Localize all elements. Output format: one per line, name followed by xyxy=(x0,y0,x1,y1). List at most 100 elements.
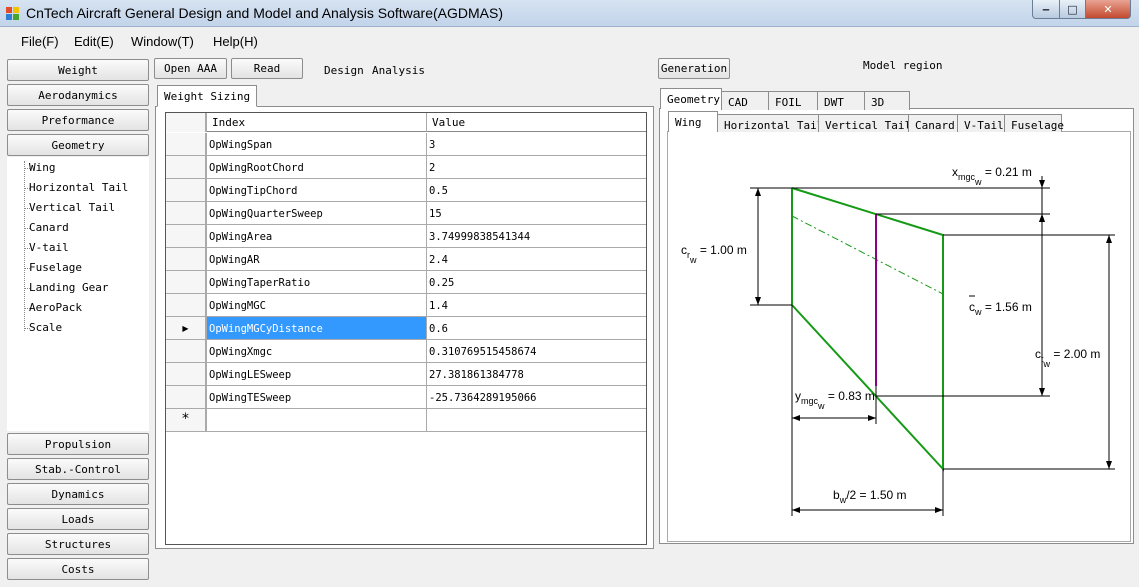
row-header[interactable] xyxy=(166,202,206,224)
app-icon xyxy=(6,7,20,20)
cell-index[interactable]: OpWingRootChord xyxy=(206,156,426,178)
cell-index[interactable]: OpWingTipChord xyxy=(206,179,426,201)
tree-item-wing[interactable]: Wing xyxy=(29,161,56,174)
table-row[interactable]: OpWingRootChord 2 xyxy=(166,156,646,179)
tree-item-horizontal-tail[interactable]: Horizontal Tail xyxy=(29,181,128,194)
subtab-horizontal-tail[interactable]: Horizontal Tail xyxy=(717,114,823,133)
tree-item-vertical-tail[interactable]: Vertical Tail xyxy=(29,201,115,214)
cell-index[interactable]: OpWingMGCyDistance xyxy=(206,317,426,339)
generation-button[interactable]: Generation xyxy=(658,58,730,79)
column-header-index[interactable]: Index xyxy=(206,113,426,132)
table-row[interactable]: OpWingTESweep -25.7364289195066 xyxy=(166,386,646,409)
table-row[interactable]: OpWingSpan 3 xyxy=(166,133,646,156)
cell-index[interactable]: OpWingLESweep xyxy=(206,363,426,385)
cell-index[interactable]: OpWingArea xyxy=(206,225,426,247)
cell-value[interactable]: -25.7364289195066 xyxy=(426,386,646,408)
tab-geometry[interactable]: Geometry xyxy=(660,88,722,109)
row-header[interactable] xyxy=(166,133,206,155)
nav-geometry-button[interactable]: Geometry xyxy=(7,134,149,156)
row-header[interactable] xyxy=(166,248,206,270)
table-row[interactable]: OpWingTipChord 0.5 xyxy=(166,179,646,202)
tab-dwt[interactable]: DWT xyxy=(817,91,865,110)
row-header[interactable]: ▶ xyxy=(166,317,206,339)
close-button[interactable]: ✕ xyxy=(1085,0,1131,19)
tree-item-fuselage[interactable]: Fuselage xyxy=(29,261,82,274)
table-row[interactable]: OpWingQuarterSweep 15 xyxy=(166,202,646,225)
table-row[interactable]: ▶ OpWingMGCyDistance 0.6 xyxy=(166,317,646,340)
new-row[interactable]: * xyxy=(166,409,646,432)
cell-value[interactable] xyxy=(426,409,646,431)
cell-value[interactable]: 3.74999838541344 xyxy=(426,225,646,247)
open-aaa-button[interactable]: Open AAA xyxy=(154,58,227,79)
nav-structures-button[interactable]: Structures xyxy=(7,533,149,555)
table-row[interactable]: OpWingTaperRatio 0.25 xyxy=(166,271,646,294)
row-header[interactable] xyxy=(166,179,206,201)
nav-loads-button[interactable]: Loads xyxy=(7,508,149,530)
maximize-button[interactable]: □ xyxy=(1059,0,1086,19)
table-row[interactable]: OpWingXmgc 0.310769515458674 xyxy=(166,340,646,363)
cell-index[interactable]: OpWingSpan xyxy=(206,133,426,155)
wing-planform-diagram: xmgcw = 0.21 m crw = 1.00 m cw = 1.56 m … xyxy=(668,132,1130,541)
row-header[interactable] xyxy=(166,340,206,362)
subtab-wing[interactable]: Wing xyxy=(668,111,718,132)
grid-header: Index Value xyxy=(166,113,646,132)
cell-index[interactable]: OpWingAR xyxy=(206,248,426,270)
tree-item-canard[interactable]: Canard xyxy=(29,221,69,234)
tree-item-v-tail[interactable]: V-tail xyxy=(29,241,69,254)
subtab-canard[interactable]: Canard xyxy=(908,114,958,133)
row-header[interactable] xyxy=(166,225,206,247)
nav-performance-button[interactable]: Preformance xyxy=(7,109,149,131)
cell-value[interactable]: 1.4 xyxy=(426,294,646,316)
table-row[interactable]: OpWingLESweep 27.381861384778 xyxy=(166,363,646,386)
row-header[interactable] xyxy=(166,294,206,316)
table-row[interactable]: OpWingMGC 1.4 xyxy=(166,294,646,317)
nav-dynamics-button[interactable]: Dynamics xyxy=(7,483,149,505)
span-label: bw/2 = 1.50 m xyxy=(833,488,907,505)
table-row[interactable]: OpWingArea 3.74999838541344 xyxy=(166,225,646,248)
row-header[interactable] xyxy=(166,386,206,408)
cell-value[interactable]: 0.6 xyxy=(426,317,646,339)
cell-value[interactable]: 15 xyxy=(426,202,646,224)
tab-foil[interactable]: FOIL xyxy=(768,91,818,110)
cell-value[interactable]: 3 xyxy=(426,133,646,155)
read-button[interactable]: Read xyxy=(231,58,303,79)
cell-index[interactable]: OpWingQuarterSweep xyxy=(206,202,426,224)
nav-aerodynamics-button[interactable]: Aerodanymics xyxy=(7,84,149,106)
tree-item-aeropack[interactable]: AeroPack xyxy=(29,301,82,314)
tab-cad[interactable]: CAD xyxy=(721,91,769,110)
nav-stab-control-button[interactable]: Stab.-Control xyxy=(7,458,149,480)
subtab-fuselage[interactable]: Fuselage xyxy=(1004,114,1064,133)
minimize-button[interactable]: ‒ xyxy=(1032,0,1060,19)
row-header[interactable] xyxy=(166,156,206,178)
tab-3d[interactable]: 3D xyxy=(864,91,910,110)
cell-index[interactable]: OpWingTESweep xyxy=(206,386,426,408)
menu-window[interactable]: Window(T) xyxy=(131,34,194,49)
cell-value[interactable]: 2 xyxy=(426,156,646,178)
subtab-vertical-tail[interactable]: Vertical Tail xyxy=(818,114,911,133)
subtab-v-tail[interactable]: V-Tail xyxy=(957,114,1005,133)
table-row[interactable]: OpWingAR 2.4 xyxy=(166,248,646,271)
row-header[interactable] xyxy=(166,271,206,293)
cell-value[interactable]: 0.310769515458674 xyxy=(426,340,646,362)
row-header[interactable] xyxy=(166,363,206,385)
tree-item-scale[interactable]: Scale xyxy=(29,321,62,334)
cell-value[interactable]: 27.381861384778 xyxy=(426,363,646,385)
nav-propulsion-button[interactable]: Propulsion xyxy=(7,433,149,455)
column-header-value[interactable]: Value xyxy=(426,113,646,132)
cell-value[interactable]: 2.4 xyxy=(426,248,646,270)
menu-edit[interactable]: Edit(E) xyxy=(74,34,114,49)
cell-index[interactable]: OpWingTaperRatio xyxy=(206,271,426,293)
nav-weight-button[interactable]: Weight xyxy=(7,59,149,81)
menu-file[interactable]: File(F) xyxy=(21,34,59,49)
cell-index[interactable]: OpWingMGC xyxy=(206,294,426,316)
tab-weight-sizing[interactable]: Weight Sizing xyxy=(157,85,258,107)
cell-value[interactable]: 0.5 xyxy=(426,179,646,201)
menu-help[interactable]: Help(H) xyxy=(213,34,258,49)
cell-index[interactable] xyxy=(206,409,426,431)
nav-costs-button[interactable]: Costs xyxy=(7,558,149,580)
title-bar: CnTech Aircraft General Design and Model… xyxy=(0,0,1139,27)
row-header[interactable]: * xyxy=(166,409,206,431)
tree-item-landing-gear[interactable]: Landing Gear xyxy=(29,281,108,294)
cell-index[interactable]: OpWingXmgc xyxy=(206,340,426,362)
cell-value[interactable]: 0.25 xyxy=(426,271,646,293)
